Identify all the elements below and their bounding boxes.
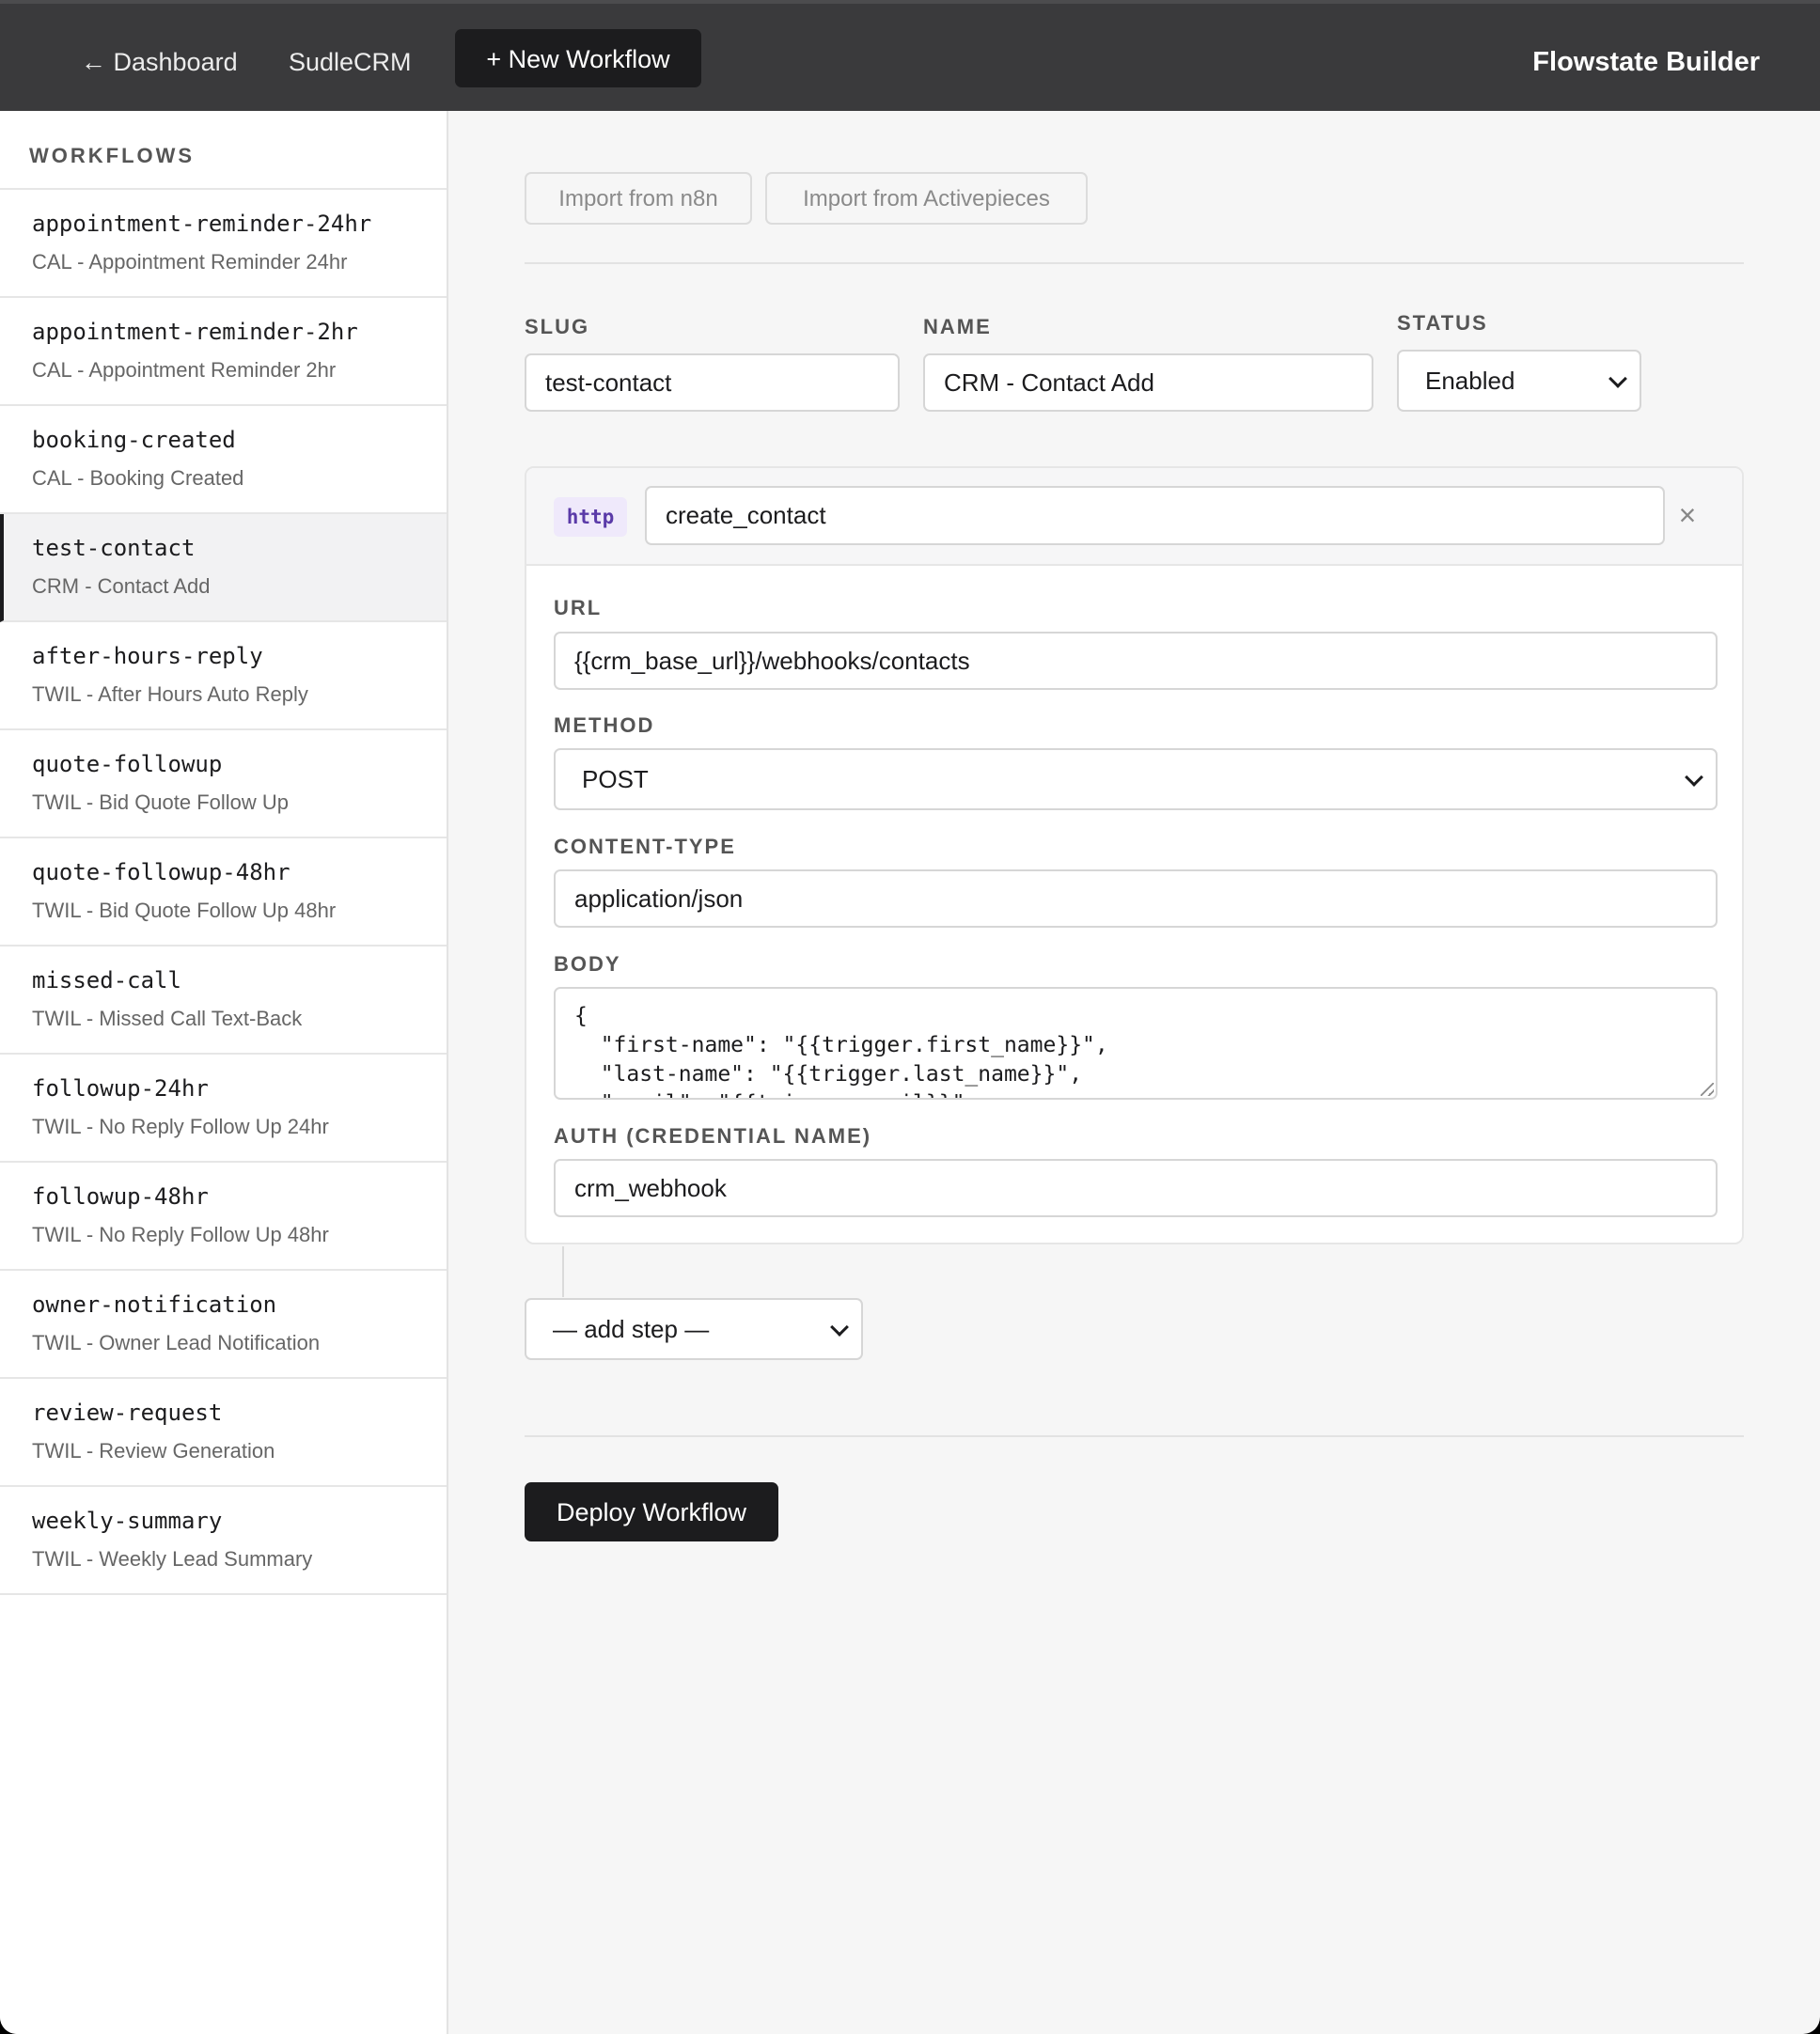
workflow-item[interactable]: booking-created CAL - Booking Created xyxy=(0,406,447,514)
import-activepieces-button[interactable]: Import from Activepieces xyxy=(765,172,1088,225)
sidebar: WORKFLOWS appointment-reminder-24hr CAL … xyxy=(0,111,448,2034)
workflow-item[interactable]: appointment-reminder-24hr CAL - Appointm… xyxy=(0,190,447,298)
workflow-item[interactable]: followup-48hr TWIL - No Reply Follow Up … xyxy=(0,1163,447,1271)
workflow-name: TWIL - Owner Lead Notification xyxy=(32,1331,321,1354)
name-label: NAME xyxy=(923,315,992,338)
workflow-name: TWIL - After Hours Auto Reply xyxy=(32,682,308,706)
status-select[interactable]: Enabled xyxy=(1397,350,1641,412)
workflow-item[interactable]: weekly-summary TWIL - Weekly Lead Summar… xyxy=(0,1487,447,1595)
workflow-item[interactable]: appointment-reminder-2hr CAL - Appointme… xyxy=(0,298,447,406)
url-label: URL xyxy=(554,596,603,619)
workflow-slug: appointment-reminder-2hr xyxy=(32,319,358,345)
name-input[interactable]: CRM - Contact Add xyxy=(923,353,1373,412)
workflow-editor: Import from n8n Import from Activepieces… xyxy=(448,111,1820,2034)
slug-label: SLUG xyxy=(525,315,590,338)
workflow-name: CRM - Contact Add xyxy=(32,574,211,598)
add-step-value: — add step — xyxy=(553,1315,710,1343)
auth-credential-input[interactable]: crm_webhook xyxy=(554,1159,1718,1217)
import-n8n-button[interactable]: Import from n8n xyxy=(525,172,752,225)
method-value: POST xyxy=(582,765,649,793)
workflow-item[interactable]: after-hours-reply TWIL - After Hours Aut… xyxy=(0,622,447,730)
body-textarea[interactable]: { "first-name": "{{trigger.first_name}}"… xyxy=(554,987,1718,1100)
workflow-item-selected[interactable]: test-contact CRM - Contact Add xyxy=(0,514,447,622)
workflow-item[interactable]: quote-followup-48hr TWIL - Bid Quote Fol… xyxy=(0,838,447,947)
app-window: ← Dashboard SudleCRM + New Workflow Flow… xyxy=(0,0,1820,2034)
url-input[interactable]: {{crm_base_url}}/webhooks/contacts xyxy=(554,632,1718,690)
sidebar-heading: WORKFLOWS xyxy=(29,144,196,167)
workflow-slug: appointment-reminder-24hr xyxy=(32,211,372,237)
workflow-name: CAL - Appointment Reminder 2hr xyxy=(32,358,337,382)
workflow-name: TWIL - Missed Call Text-Back xyxy=(32,1007,303,1030)
workflow-name: CAL - Appointment Reminder 24hr xyxy=(32,250,348,274)
divider xyxy=(525,262,1744,264)
chevron-down-icon xyxy=(1685,768,1703,787)
resize-handle-icon[interactable] xyxy=(1701,1083,1714,1096)
workflow-item[interactable]: quote-followup TWIL - Bid Quote Follow U… xyxy=(0,730,447,838)
body-label: BODY xyxy=(554,952,621,976)
add-step-select[interactable]: — add step — xyxy=(525,1298,863,1360)
workflow-item[interactable]: owner-notification TWIL - Owner Lead Not… xyxy=(0,1271,447,1379)
step-type-badge: http xyxy=(554,497,627,537)
workflow-list: appointment-reminder-24hr CAL - Appointm… xyxy=(0,188,447,1595)
slug-input[interactable]: test-contact xyxy=(525,353,900,412)
remove-step-close-icon[interactable]: × xyxy=(1674,496,1701,534)
chevron-down-icon xyxy=(830,1318,849,1337)
status-value: Enabled xyxy=(1425,367,1515,395)
workflow-name: TWIL - No Reply Follow Up 24hr xyxy=(32,1115,329,1138)
workflow-slug: missed-call xyxy=(32,967,181,994)
workflow-slug: review-request xyxy=(32,1400,223,1426)
workflow-item[interactable]: review-request TWIL - Review Generation xyxy=(0,1379,447,1487)
divider xyxy=(525,1435,1744,1437)
workflow-slug: after-hours-reply xyxy=(32,643,263,669)
step-name-input[interactable]: create_contact xyxy=(645,486,1665,545)
workflow-slug: test-contact xyxy=(32,535,196,561)
workflow-slug: booking-created xyxy=(32,427,236,453)
chevron-down-icon xyxy=(1608,369,1627,388)
workflow-slug: followup-48hr xyxy=(32,1183,209,1210)
workflow-name: TWIL - Bid Quote Follow Up xyxy=(32,790,290,814)
status-label: STATUS xyxy=(1397,311,1488,335)
workflow-name: TWIL - Review Generation xyxy=(32,1439,275,1463)
new-workflow-button[interactable]: + New Workflow xyxy=(455,29,701,87)
content-type-label: CONTENT-TYPE xyxy=(554,835,736,858)
step-connector-line xyxy=(562,1246,564,1297)
workflow-slug: followup-24hr xyxy=(32,1075,209,1102)
http-step-card: http create_contact × URL {{crm_base_url… xyxy=(525,466,1744,1244)
workflow-name: CAL - Booking Created xyxy=(32,466,244,490)
workflow-slug: owner-notification xyxy=(32,1291,277,1318)
workflow-slug: quote-followup-48hr xyxy=(32,859,290,885)
back-to-dashboard-link[interactable]: ← Dashboard xyxy=(81,41,238,83)
workflow-name: TWIL - No Reply Follow Up 48hr xyxy=(32,1223,329,1246)
workflow-name: TWIL - Weekly Lead Summary xyxy=(32,1547,313,1571)
crm-link[interactable]: SudleCRM xyxy=(289,41,412,83)
workflow-slug: weekly-summary xyxy=(32,1508,223,1534)
workflow-item[interactable]: missed-call TWIL - Missed Call Text-Back xyxy=(0,947,447,1055)
top-bar: ← Dashboard SudleCRM + New Workflow Flow… xyxy=(0,0,1820,111)
method-label: METHOD xyxy=(554,713,655,737)
method-select[interactable]: POST xyxy=(554,748,1718,810)
deploy-workflow-button[interactable]: Deploy Workflow xyxy=(525,1482,778,1541)
content-type-input[interactable]: application/json xyxy=(554,869,1718,928)
step-header: http create_contact × xyxy=(526,468,1742,566)
workflow-name: TWIL - Bid Quote Follow Up 48hr xyxy=(32,899,337,922)
workflow-item[interactable]: followup-24hr TWIL - No Reply Follow Up … xyxy=(0,1055,447,1163)
workflow-slug: quote-followup xyxy=(32,751,223,777)
auth-label: AUTH (CREDENTIAL NAME) xyxy=(554,1124,872,1148)
app-title: Flowstate Builder xyxy=(1532,47,1760,77)
